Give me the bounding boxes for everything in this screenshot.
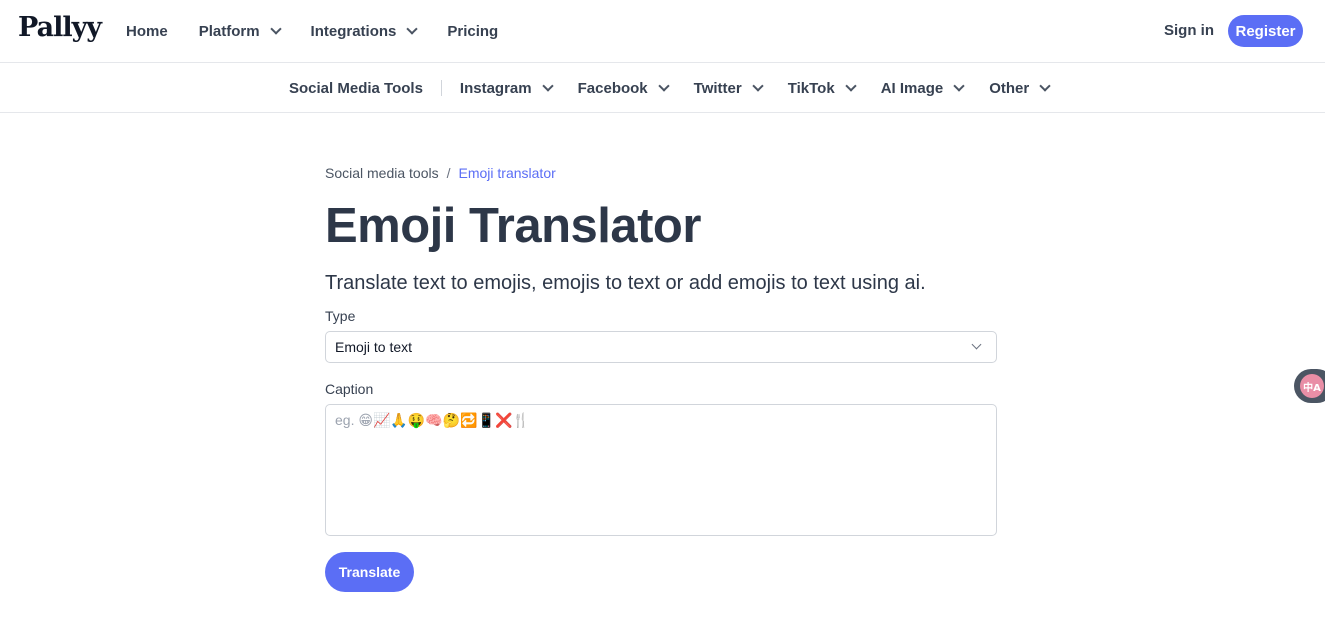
chevron-down-icon (954, 80, 965, 91)
chevron-down-icon (270, 23, 281, 34)
subnav-item-tiktok[interactable]: TikTok (788, 80, 855, 97)
chevron-down-icon (845, 80, 856, 91)
nav-item-integrations[interactable]: Integrations (311, 23, 417, 40)
subnav-item-other[interactable]: Other (989, 80, 1049, 97)
subnav-item-label: AI Image (881, 80, 944, 97)
nav-item-home[interactable]: Home (126, 23, 168, 40)
subnav-item-label: Twitter (694, 80, 742, 97)
tools-nav: Social Media Tools Instagram Facebook Tw… (289, 64, 1075, 112)
subnav-item-label: Facebook (578, 80, 648, 97)
type-select[interactable]: Emoji to text (325, 331, 997, 363)
chevron-down-icon (658, 80, 669, 91)
top-navigation-bar: Pallyy Home Platform Integrations Pricin… (0, 0, 1325, 63)
subnav-item-social-media-tools[interactable]: Social Media Tools (289, 80, 423, 97)
nav-item-platform[interactable]: Platform (199, 23, 280, 40)
nav-item-pricing[interactable]: Pricing (447, 23, 498, 40)
emoji-translator-main: Social media tools / Emoji translator Em… (325, 160, 997, 592)
translate-button[interactable]: Translate (325, 552, 414, 592)
caption-label: Caption (325, 379, 997, 399)
translate-widget-icon: 中A (1300, 374, 1324, 398)
nav-item-label: Platform (199, 23, 260, 40)
breadcrumb-parent-link[interactable]: Social media tools (325, 165, 439, 181)
breadcrumb-separator: / (447, 165, 451, 181)
subnav-item-facebook[interactable]: Facebook (578, 80, 668, 97)
subnav-item-ai-image[interactable]: AI Image (881, 80, 964, 97)
tools-sub-navigation: Social Media Tools Instagram Facebook Tw… (0, 64, 1325, 113)
register-button[interactable]: Register (1228, 15, 1303, 47)
nav-item-label: Pricing (447, 23, 498, 40)
sign-in-link[interactable]: Sign in (1164, 22, 1214, 39)
type-label: Type (325, 306, 997, 326)
page-subtitle: Translate text to emojis, emojis to text… (325, 268, 997, 298)
subnav-item-instagram[interactable]: Instagram (460, 80, 552, 97)
type-select-value: Emoji to text (335, 339, 412, 355)
subnav-divider (441, 80, 442, 96)
chevron-down-icon (752, 80, 763, 91)
subnav-item-label: Social Media Tools (289, 80, 423, 97)
nav-item-label: Home (126, 23, 168, 40)
caption-textarea[interactable]: eg. 😁📈🙏🤑🧠🤔🔁📱❌🍴 (325, 404, 997, 536)
subnav-item-label: TikTok (788, 80, 835, 97)
nav-item-label: Integrations (311, 23, 397, 40)
chevron-down-icon (972, 340, 982, 350)
brand-logo[interactable]: Pallyy (18, 12, 101, 43)
translate-widget[interactable]: 中A (1294, 369, 1325, 403)
caption-placeholder: eg. 😁📈🙏🤑🧠🤔🔁📱❌🍴 (335, 412, 530, 428)
subnav-item-label: Instagram (460, 80, 532, 97)
subnav-item-label: Other (989, 80, 1029, 97)
page-title: Emoji Translator (325, 196, 997, 256)
chevron-down-icon (1040, 80, 1051, 91)
breadcrumb: Social media tools / Emoji translator (325, 160, 997, 186)
chevron-down-icon (407, 23, 418, 34)
subnav-item-twitter[interactable]: Twitter (694, 80, 762, 97)
breadcrumb-current[interactable]: Emoji translator (459, 165, 556, 181)
chevron-down-icon (542, 80, 553, 91)
main-nav: Home Platform Integrations Pricing (126, 0, 529, 63)
